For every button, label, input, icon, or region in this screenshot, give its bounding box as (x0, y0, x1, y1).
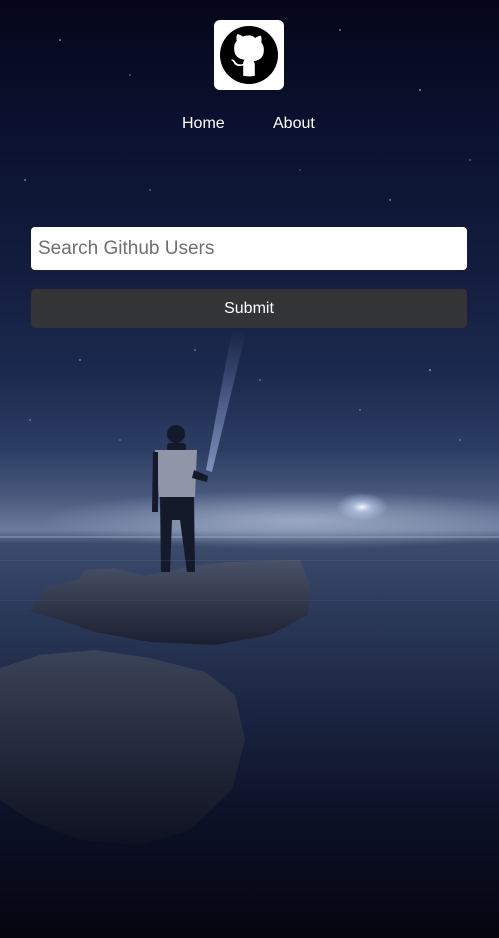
background-night-scene (0, 29, 499, 845)
search-form: Submit (31, 227, 467, 328)
main-nav: Home About (0, 114, 499, 134)
page: Home About Submit (0, 0, 499, 938)
github-logo[interactable] (214, 20, 284, 90)
github-octocat-icon (220, 26, 278, 84)
nav-link-home[interactable]: Home (182, 114, 225, 134)
submit-button[interactable]: Submit (31, 289, 467, 328)
nav-link-about[interactable]: About (273, 114, 315, 134)
search-input[interactable] (31, 227, 467, 270)
